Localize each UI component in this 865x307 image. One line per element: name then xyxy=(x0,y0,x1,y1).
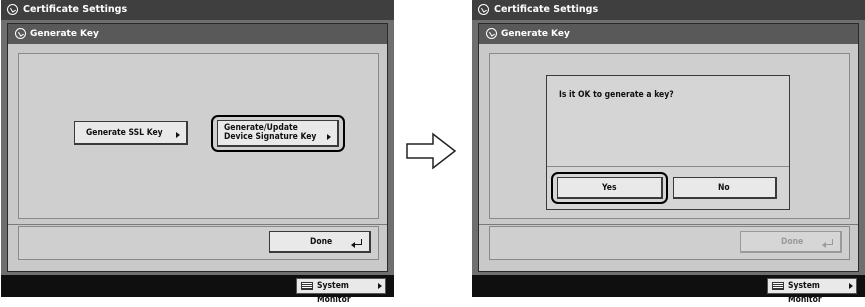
dialog-divider xyxy=(547,166,789,167)
certificate-icon xyxy=(478,4,489,15)
system-monitor-button[interactable]: System Monitor xyxy=(767,278,857,305)
done-label: Done xyxy=(310,237,333,247)
transition-arrow-icon xyxy=(406,132,457,170)
generate-key-panel: Generate Key Generate SSL Key Generate/U… xyxy=(7,23,388,272)
window-title: Certificate Settings xyxy=(494,4,599,15)
generate-device-signature-key-button[interactable]: Generate/Update Device Signature Key xyxy=(217,120,339,147)
confirm-dialog: Is it OK to generate a key? Yes No xyxy=(546,75,790,210)
arrow-right-icon xyxy=(327,134,331,140)
enter-icon xyxy=(822,239,833,248)
system-monitor-label: System Monitor xyxy=(788,281,822,305)
panel-title-bar: Generate Key xyxy=(479,24,858,44)
window-title-bar: Certificate Settings xyxy=(1,0,394,20)
done-button: Done xyxy=(740,231,842,253)
arrow-right-icon xyxy=(176,132,180,138)
window-title-bar: Certificate Settings xyxy=(472,0,865,20)
window-title: Certificate Settings xyxy=(23,4,128,15)
system-monitor-label: System Monitor xyxy=(317,281,351,305)
done-button[interactable]: Done xyxy=(269,231,371,253)
enter-icon xyxy=(351,239,362,248)
panel-title: Generate Key xyxy=(501,29,570,39)
key-icon xyxy=(15,28,26,39)
certificate-icon xyxy=(7,4,18,15)
divider xyxy=(8,224,387,225)
yes-label: Yes xyxy=(602,183,617,193)
status-bar: System Monitor xyxy=(1,275,394,305)
generate-ssl-key-button[interactable]: Generate SSL Key xyxy=(74,121,188,145)
arrow-right-icon xyxy=(378,283,382,289)
monitor-icon xyxy=(772,282,784,290)
arrow-right-icon xyxy=(849,283,853,289)
divider xyxy=(479,224,858,225)
monitor-icon xyxy=(301,282,313,290)
key-icon xyxy=(486,28,497,39)
generate-key-panel: Generate Key Is it OK to generate a key?… xyxy=(478,23,859,272)
action-area: Done xyxy=(489,226,850,260)
content-area: Generate SSL Key Generate/Update Device … xyxy=(18,53,379,219)
left-screen: Certificate Settings Generate Key Genera… xyxy=(1,0,394,305)
no-label: No xyxy=(718,183,730,193)
action-area: Done xyxy=(18,226,379,260)
system-monitor-button[interactable]: System Monitor xyxy=(296,278,386,305)
status-bar: System Monitor xyxy=(472,275,865,305)
dialog-message: Is it OK to generate a key? xyxy=(559,90,674,100)
device-signature-label-line2: Device Signature Key xyxy=(224,132,317,142)
yes-button[interactable]: Yes xyxy=(557,177,663,199)
panel-title-bar: Generate Key xyxy=(8,24,387,44)
panel-title: Generate Key xyxy=(30,29,99,39)
no-button[interactable]: No xyxy=(673,177,777,199)
content-area: Is it OK to generate a key? Yes No xyxy=(489,53,850,219)
right-screen: Certificate Settings Generate Key Is it … xyxy=(472,0,865,305)
generate-ssl-key-label: Generate SSL Key xyxy=(86,128,163,138)
done-label: Done xyxy=(781,237,804,247)
